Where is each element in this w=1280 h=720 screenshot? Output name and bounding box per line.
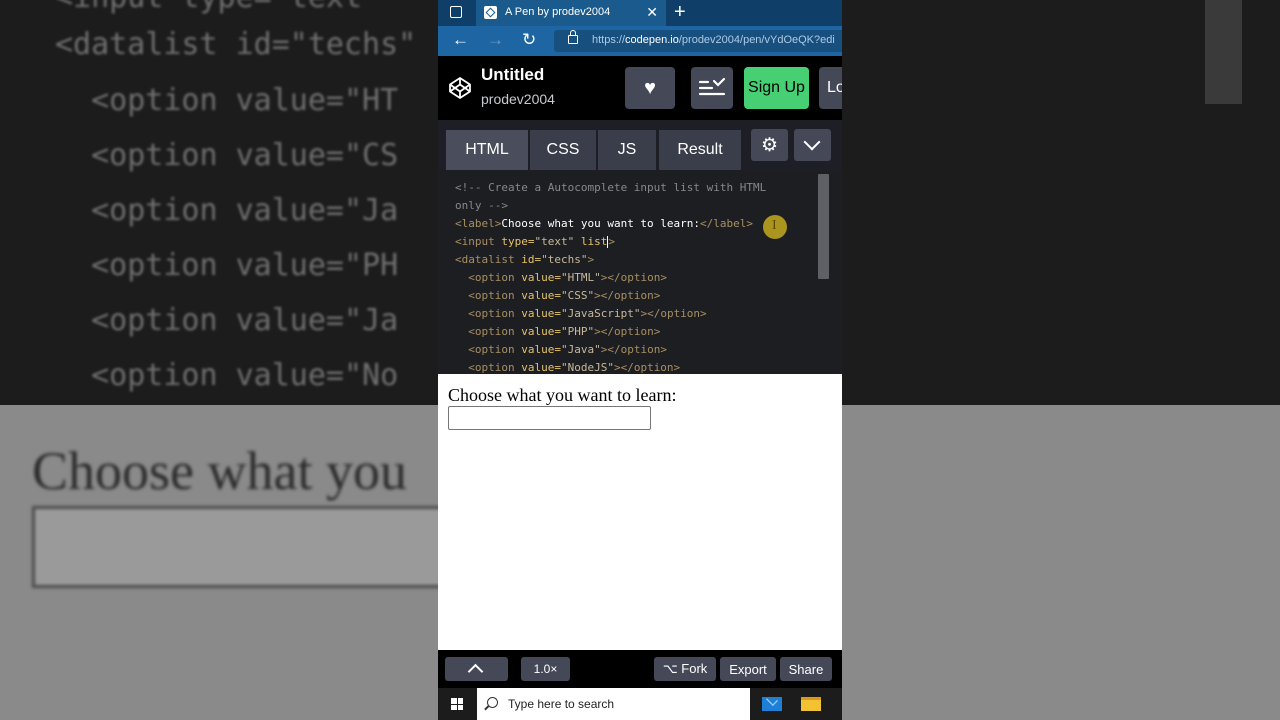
code-line: <input type="text" list> [455, 235, 615, 248]
forward-arrow-icon[interactable]: → [487, 30, 504, 50]
heart-icon: ♥ [644, 76, 656, 99]
gear-icon: ⚙ [760, 134, 779, 156]
code-line: <datalist id="techs"> [455, 253, 595, 266]
code-line: <!-- Create a Autocomplete input list wi… [455, 181, 767, 194]
reload-icon[interactable]: ↻ [522, 30, 536, 50]
zoom-button[interactable]: 1.0× [521, 657, 570, 681]
bg-scrollbar-thumb [1205, 0, 1242, 104]
file-explorer-icon[interactable] [801, 697, 821, 711]
codepen-header: Untitled prodev2004 ♥ Sign Up Lo [438, 56, 842, 120]
windows-start-icon[interactable] [451, 698, 463, 710]
bg-code-line: <option value="Ja [55, 193, 399, 228]
codepen-logo-icon[interactable] [448, 76, 472, 100]
url-field[interactable]: https://codepen.io/prodev2004/pen/vYdOeQ… [554, 30, 842, 52]
editor-tab-bar: HTML CSS JS Result ⚙ [438, 120, 842, 170]
bg-code-line: <option value="HT [55, 83, 399, 118]
code-line: <option value="NodeJS"></option> [455, 361, 681, 374]
code-line: <option value="Java"></option> [455, 343, 667, 356]
lock-icon [568, 30, 578, 44]
bg-code-partial-line: <input type="text" [55, 0, 380, 15]
code-line: <option value="JavaScript"></option> [455, 307, 707, 320]
layout-icon [698, 77, 726, 96]
bg-code-line: <option value="No [55, 358, 399, 393]
tab-js[interactable]: JS [598, 130, 656, 170]
tab-close-icon[interactable]: ✕ [646, 4, 658, 20]
back-arrow-icon[interactable]: ← [452, 30, 469, 50]
mouse-pointer-highlight [763, 215, 787, 239]
editor-scrollbar[interactable] [818, 174, 829, 279]
codepen-favicon-icon [484, 6, 497, 19]
settings-button[interactable]: ⚙ [751, 129, 788, 161]
sign-up-button[interactable]: Sign Up [744, 67, 809, 109]
result-text-input[interactable] [448, 406, 651, 430]
heart-button[interactable]: ♥ [625, 67, 675, 109]
share-button[interactable]: Share [780, 657, 832, 681]
chevron-up-icon[interactable] [445, 657, 508, 681]
tab-result[interactable]: Result [659, 130, 741, 170]
change-view-button[interactable] [691, 67, 733, 109]
code-line: <label>Choose what you want to learn:</l… [455, 217, 754, 230]
address-bar-row: ← → ↻ https://codepen.io/prodev2004/pen/… [438, 26, 842, 56]
windows-taskbar: Type here to search [438, 688, 842, 720]
result-label: Choose what you want to learn: [448, 385, 677, 405]
code-line: only --> [455, 199, 508, 212]
fork-button[interactable]: ⌥ Fork [654, 657, 716, 681]
export-button[interactable]: Export [720, 657, 776, 681]
taskbar-search-box[interactable]: Type here to search [477, 688, 750, 720]
pen-title[interactable]: Untitled [481, 65, 544, 85]
search-icon [487, 697, 498, 708]
tab-css[interactable]: CSS [530, 130, 596, 170]
bg-result-label: Choose what you [32, 441, 407, 501]
bg-code-line: <option value="CS [55, 138, 399, 173]
phone-screen: A Pen by prodev2004 ✕ + ← → ↻ https://co… [438, 0, 842, 720]
code-line: <option value="CSS"></option> [455, 289, 661, 302]
tab-html[interactable]: HTML [446, 130, 528, 170]
code-line: <option value="PHP"></option> [455, 325, 661, 338]
url-text: https://codepen.io/prodev2004/pen/vYdOeQ… [592, 34, 835, 46]
bg-code-line: <option value="Ja [55, 303, 399, 338]
mail-icon[interactable] [762, 697, 782, 711]
tab-actions-icon[interactable] [450, 6, 462, 18]
bg-code-line: <option value="PH [55, 248, 399, 283]
chevron-down-icon[interactable] [794, 129, 831, 161]
pen-author[interactable]: prodev2004 [481, 91, 555, 107]
html-code-editor[interactable]: <!-- Create a Autocomplete input list wi… [438, 170, 842, 374]
tab-title: A Pen by prodev2004 [505, 6, 611, 18]
log-in-button[interactable]: Lo [819, 67, 842, 109]
search-placeholder: Type here to search [508, 697, 615, 711]
codepen-footer: 1.0× ⌥ Fork Export Share [438, 650, 842, 688]
bg-code-line: <datalist id="techs" [55, 27, 417, 62]
code-line: <option value="HTML"></option> [455, 271, 667, 284]
new-tab-icon[interactable]: + [674, 1, 686, 23]
browser-tab-bar: A Pen by prodev2004 ✕ + [438, 0, 842, 26]
result-preview: Choose what you want to learn: [438, 374, 842, 650]
browser-tab-active[interactable]: A Pen by prodev2004 ✕ [476, 0, 666, 26]
